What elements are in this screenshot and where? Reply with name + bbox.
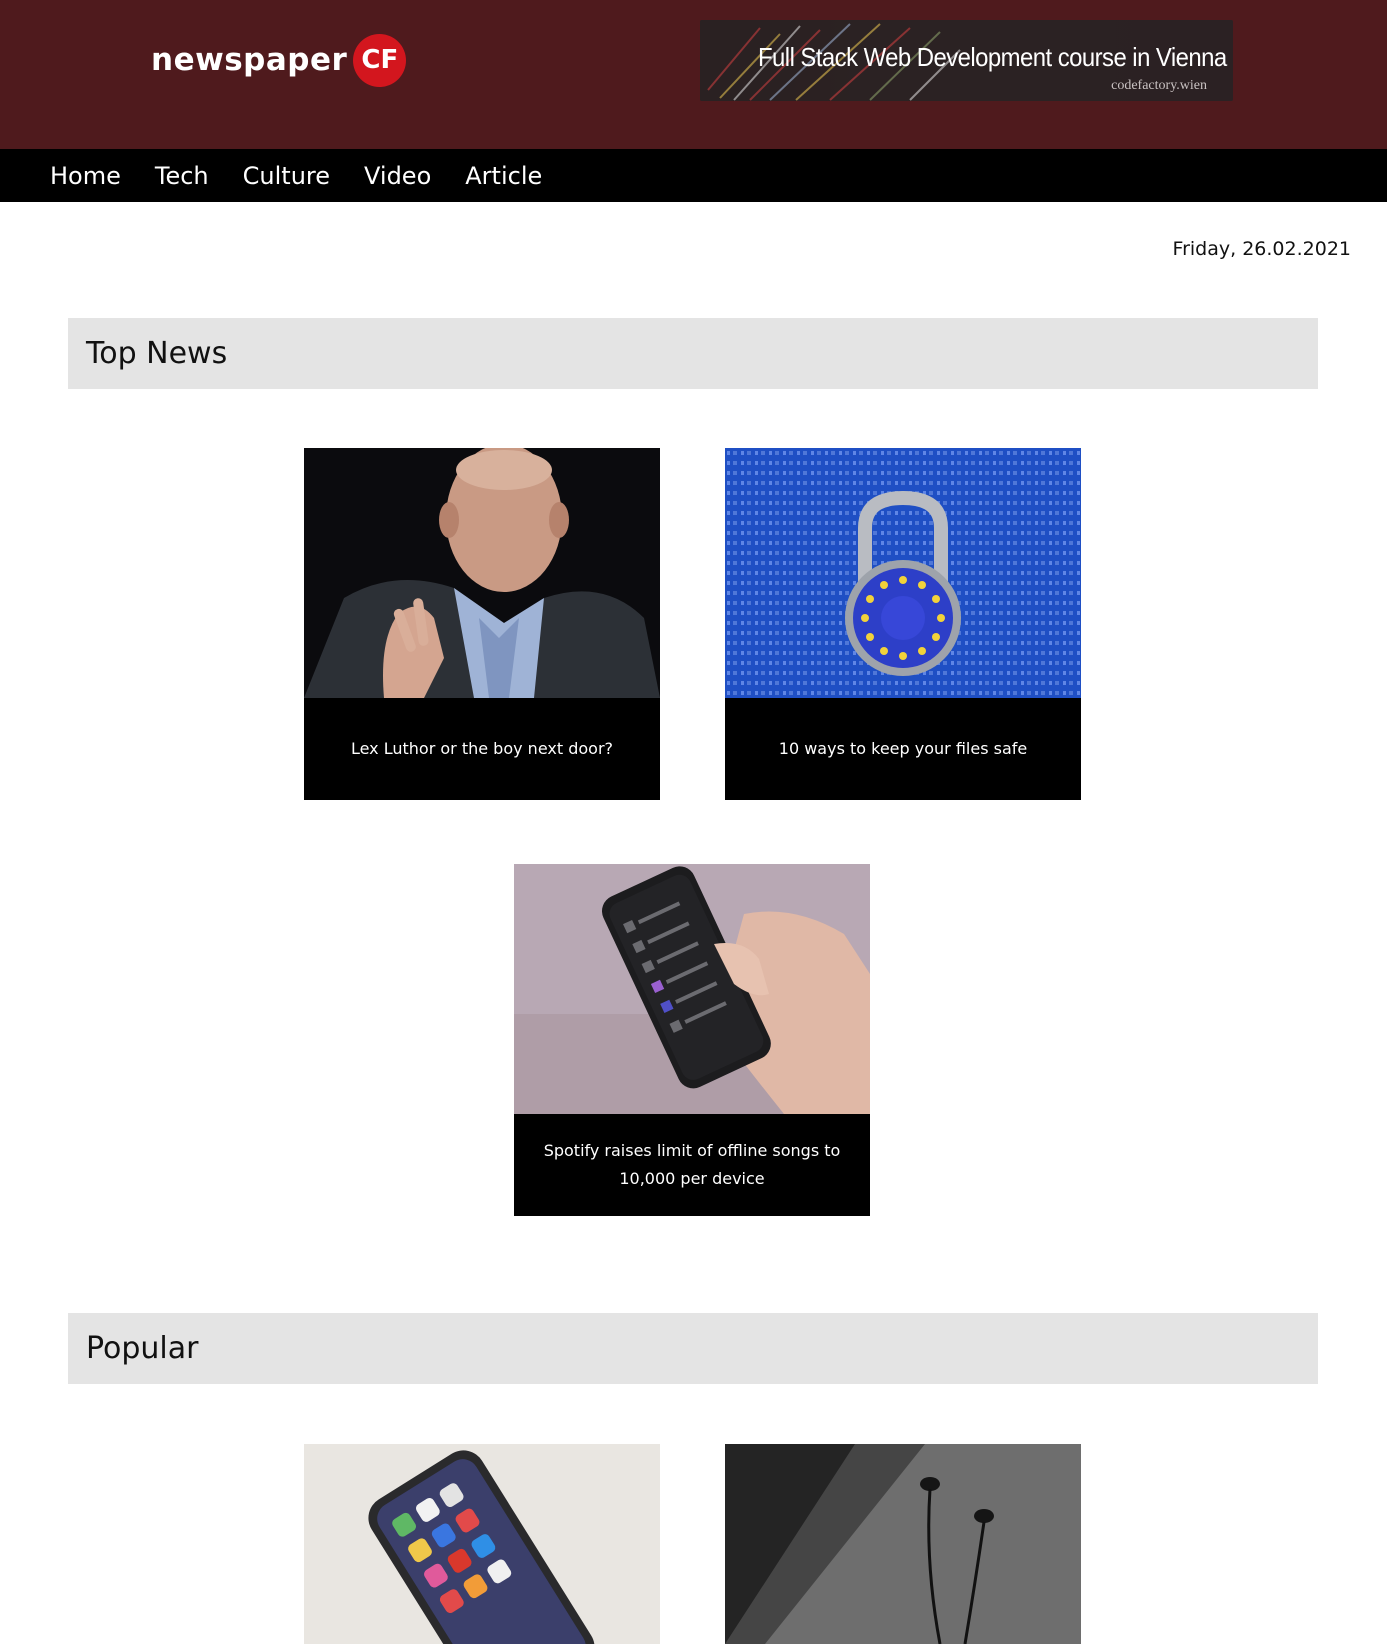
section-title: Top News	[86, 336, 228, 371]
nav-home[interactable]: Home	[50, 162, 121, 190]
earphones-photo	[725, 1444, 1081, 1644]
nav-tech[interactable]: Tech	[155, 162, 209, 190]
main-nav: Home Tech Culture Video Article	[0, 149, 1387, 202]
article-caption: Lex Luthor or the boy next door?	[350, 739, 614, 758]
ad-url: codefactory.wien	[1111, 78, 1207, 93]
ad-banner[interactable]: Full Stack Web Development course in Vie…	[700, 20, 1233, 101]
article-caption: Spotify raises limit of offline songs to…	[543, 1141, 841, 1188]
section-title: Popular	[86, 1331, 199, 1366]
logo-text: newspaper	[151, 42, 348, 78]
nav-culture[interactable]: Culture	[243, 162, 330, 190]
top-news-header: Top News	[68, 318, 1318, 389]
eu-padlock-photo	[725, 448, 1081, 698]
phone-in-hand-photo	[514, 864, 870, 1114]
iphone-photo	[304, 1444, 660, 1644]
logo-badge: CF	[353, 33, 407, 87]
ad-title: Full Stack Web Development course in Vie…	[758, 42, 1227, 72]
article-card[interactable]: Lex Luthor or the boy next door?	[304, 448, 660, 800]
article-caption: 10 ways to keep your files safe	[778, 739, 1028, 758]
nav-video[interactable]: Video	[364, 162, 431, 190]
article-card[interactable]	[725, 1444, 1081, 1644]
popular-header: Popular	[68, 1313, 1318, 1384]
masthead: newspaper CF Full Stack Web Development …	[0, 0, 1387, 149]
site-logo[interactable]: newspaper CF	[151, 33, 407, 87]
article-card[interactable]: 10 ways to keep your files safe	[725, 448, 1081, 800]
article-card[interactable]: Spotify raises limit of offline songs to…	[514, 864, 870, 1216]
current-date: Friday, 26.02.2021	[1172, 238, 1351, 260]
businessman-photo	[304, 448, 660, 698]
article-card[interactable]	[304, 1444, 660, 1644]
nav-article[interactable]: Article	[465, 162, 542, 190]
